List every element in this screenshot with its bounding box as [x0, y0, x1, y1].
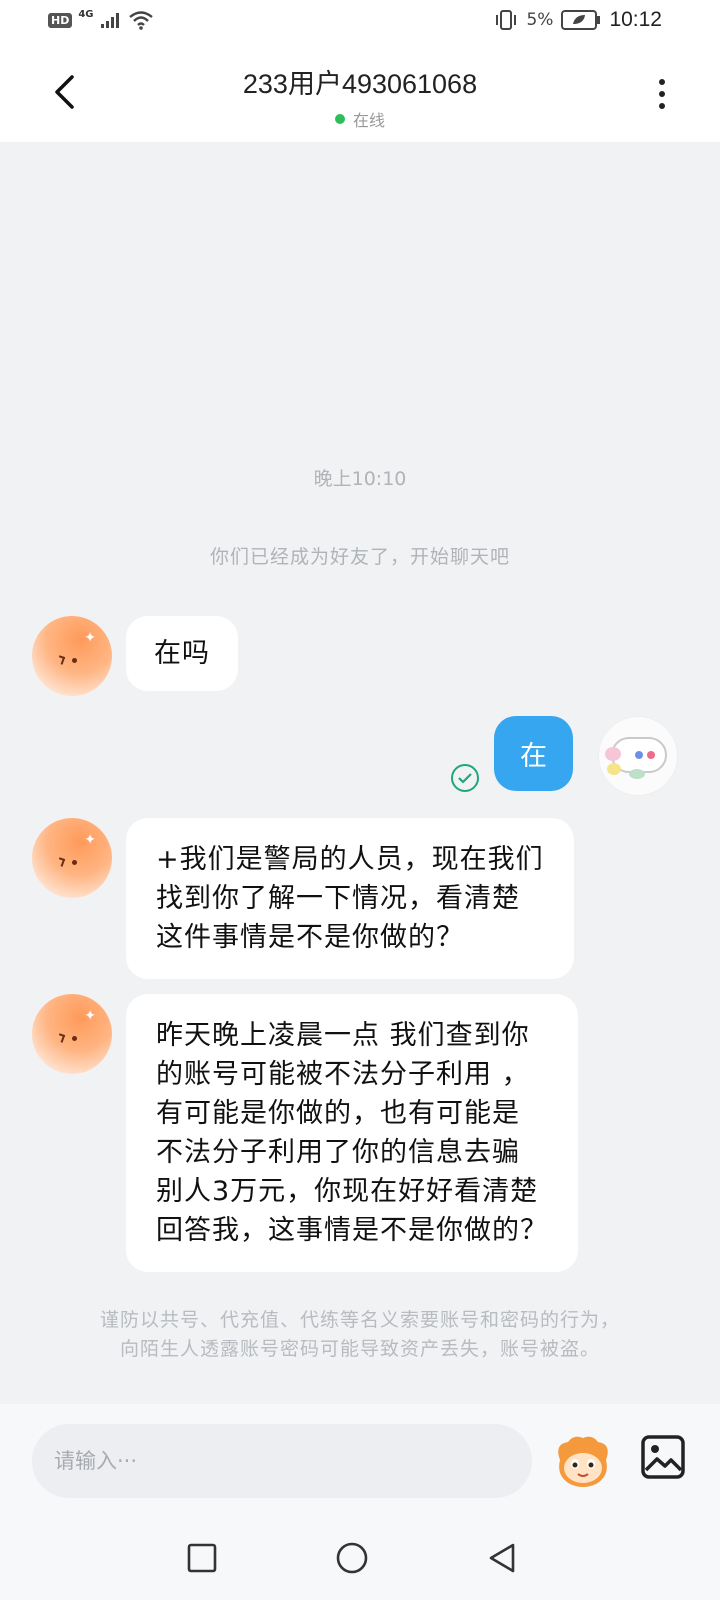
home-button[interactable] [332, 1538, 372, 1578]
wifi-icon [128, 11, 153, 30]
message-line: 这件事情是不是你做的？ [156, 922, 464, 953]
message-bubble-incoming[interactable]: 昨天晚上凌晨一点 我们查到你 的账号可能被不法分子利用 ， 有可能是你做的，也有… [126, 994, 578, 1272]
online-status: 在线 [160, 107, 560, 131]
message-text: 在 [520, 741, 547, 772]
system-nav-bar [0, 1518, 720, 1600]
message-line: 回答我，这事情是不是你做的？ [156, 1215, 548, 1246]
more-options-button[interactable] [644, 72, 680, 116]
contact-avatar[interactable]: ✦ [32, 616, 112, 696]
battery-saver-icon [561, 10, 601, 30]
triangle-back-icon [489, 1543, 515, 1573]
message-bubble-incoming[interactable]: +我们是警局的人员，现在我们 找到你了解一下情况，看清楚 这件事情是不是你做的？ [126, 818, 574, 979]
signal-icon [100, 13, 119, 28]
hd-badge: HD [48, 12, 73, 28]
image-gallery-icon [641, 1435, 685, 1479]
status-left: HD 4G [48, 8, 154, 30]
status-right: 5% 10:12 [494, 8, 662, 32]
network-type-label: 4G [78, 8, 94, 20]
square-icon [187, 1543, 217, 1573]
status-bar: HD 4G 5% 10:12 [0, 0, 720, 46]
chat-area[interactable]: 晚上10:10 你们已经成为好友了，开始聊天吧 ✦ 在吗 在 ✦ +我们是警局的… [0, 142, 720, 1404]
battery-percent: 5% [526, 10, 554, 30]
vibrate-icon [496, 10, 517, 30]
online-dot-icon [334, 114, 345, 124]
recents-button[interactable] [182, 1538, 222, 1578]
message-input[interactable] [32, 1424, 532, 1498]
message-line: 别人3万元，你现在好好看清楚 [156, 1176, 539, 1207]
status-time: 10:12 [609, 8, 662, 31]
emoji-mascot-icon [558, 1436, 608, 1487]
system-message: 你们已经成为好友了，开始聊天吧 [209, 546, 510, 568]
more-dot [659, 79, 665, 85]
message-line: +我们是警局的人员，现在我们 [156, 844, 544, 875]
message-line: 找到你了解一下情况，看清楚 [156, 883, 520, 914]
online-status-label: 在线 [352, 111, 385, 130]
read-check-icon [451, 764, 479, 792]
contact-avatar[interactable]: ✦ [32, 818, 112, 898]
warning-line: 向陌生人透露账号密码可能导致资产丢失，账号被盗。 [119, 1338, 600, 1360]
message-bubble-outgoing[interactable]: 在 [494, 716, 573, 791]
chat-time-label: 晚上10:10 [313, 468, 407, 490]
emoji-button[interactable] [552, 1430, 614, 1492]
message-line: 有可能是你做的，也有可能是 [156, 1098, 520, 1129]
my-avatar[interactable] [598, 716, 678, 796]
back-nav-button[interactable] [482, 1538, 522, 1578]
contact-name: 233用户493061068 [242, 69, 478, 99]
message-line: 的账号可能被不法分子利用 ， [156, 1059, 530, 1090]
more-dot [659, 91, 665, 97]
warning-line: 谨防以共号、代充值、代练等名义索要账号和密码的行为， [99, 1309, 620, 1331]
image-button[interactable] [640, 1434, 686, 1480]
input-bar [0, 1404, 720, 1518]
message-line: 不法分子利用了你的信息去骗 [156, 1137, 520, 1168]
more-dot [659, 103, 665, 109]
message-text: 在吗 [154, 638, 210, 669]
security-warning: 谨防以共号、代充值、代练等名义索要账号和密码的行为， 向陌生人透露账号密码可能导… [0, 1306, 720, 1364]
chevron-left-icon [55, 75, 74, 109]
message-bubble-incoming[interactable]: 在吗 [126, 616, 238, 691]
title-wrap: 233用户493061068 在线 [160, 62, 560, 131]
message-line: 昨天晚上凌晨一点 我们查到你 [156, 1020, 530, 1051]
chat-header: 233用户493061068 在线 [0, 46, 720, 142]
contact-avatar[interactable]: ✦ [32, 994, 112, 1074]
circle-icon [336, 1542, 368, 1574]
back-button[interactable] [40, 68, 88, 116]
